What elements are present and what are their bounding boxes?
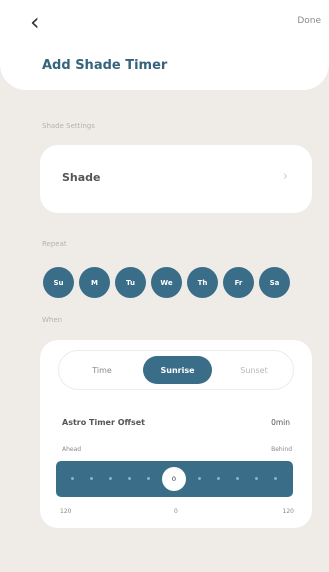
day-monday[interactable]: M: [79, 267, 110, 298]
slider-tick: [147, 477, 150, 480]
section-label-when: When: [42, 316, 63, 324]
offset-slider[interactable]: 0: [56, 461, 293, 497]
mode-sunrise-tab[interactable]: Sunrise: [143, 356, 212, 384]
astro-offset-value: 0min: [271, 418, 290, 427]
day-tuesday[interactable]: Tu: [115, 267, 146, 298]
page-title: Add Shade Timer: [42, 58, 168, 73]
day-sunday[interactable]: Su: [43, 267, 74, 298]
slider-tick: [128, 477, 131, 480]
astro-offset-label: Astro Timer Offset: [62, 418, 145, 427]
screen: ‹ Done Add Shade Timer Shade Settings Sh…: [0, 0, 329, 572]
day-wednesday[interactable]: We: [151, 267, 182, 298]
chevron-right-icon: ›: [282, 169, 288, 184]
slider-min-label: 120: [60, 508, 72, 515]
slider-tick: [217, 477, 220, 480]
slider-tick: [255, 477, 258, 480]
header: ‹ Done Add Shade Timer: [0, 0, 329, 90]
slider-tick: [71, 477, 74, 480]
slider-mid-label: 0: [174, 508, 178, 515]
done-button[interactable]: Done: [297, 16, 321, 26]
slider-tick: [236, 477, 239, 480]
slider-tick: [109, 477, 112, 480]
shade-settings-card[interactable]: Shade ›: [40, 145, 312, 213]
repeat-days: Su M Tu We Th Fr Sa: [43, 267, 290, 298]
slider-tick: [274, 477, 277, 480]
behind-label: Behind: [271, 446, 292, 453]
day-thursday[interactable]: Th: [187, 267, 218, 298]
shade-item-label: Shade: [62, 171, 101, 184]
day-saturday[interactable]: Sa: [259, 267, 290, 298]
chevron-left-icon[interactable]: ‹: [30, 10, 40, 34]
ahead-label: Ahead: [62, 446, 82, 453]
slider-tick: [198, 477, 201, 480]
mode-time-tab[interactable]: Time: [67, 356, 137, 384]
slider-thumb[interactable]: 0: [162, 467, 186, 491]
when-card: Time Sunrise Sunset Astro Timer Offset 0…: [40, 340, 312, 528]
section-label-repeat: Repeat: [42, 240, 67, 248]
section-label-shade-settings: Shade Settings: [42, 122, 95, 130]
slider-tick: [90, 477, 93, 480]
mode-sunset-tab[interactable]: Sunset: [219, 356, 289, 384]
slider-max-label: 120: [282, 508, 294, 515]
mode-segmented-control: Time Sunrise Sunset: [58, 350, 294, 390]
day-friday[interactable]: Fr: [223, 267, 254, 298]
